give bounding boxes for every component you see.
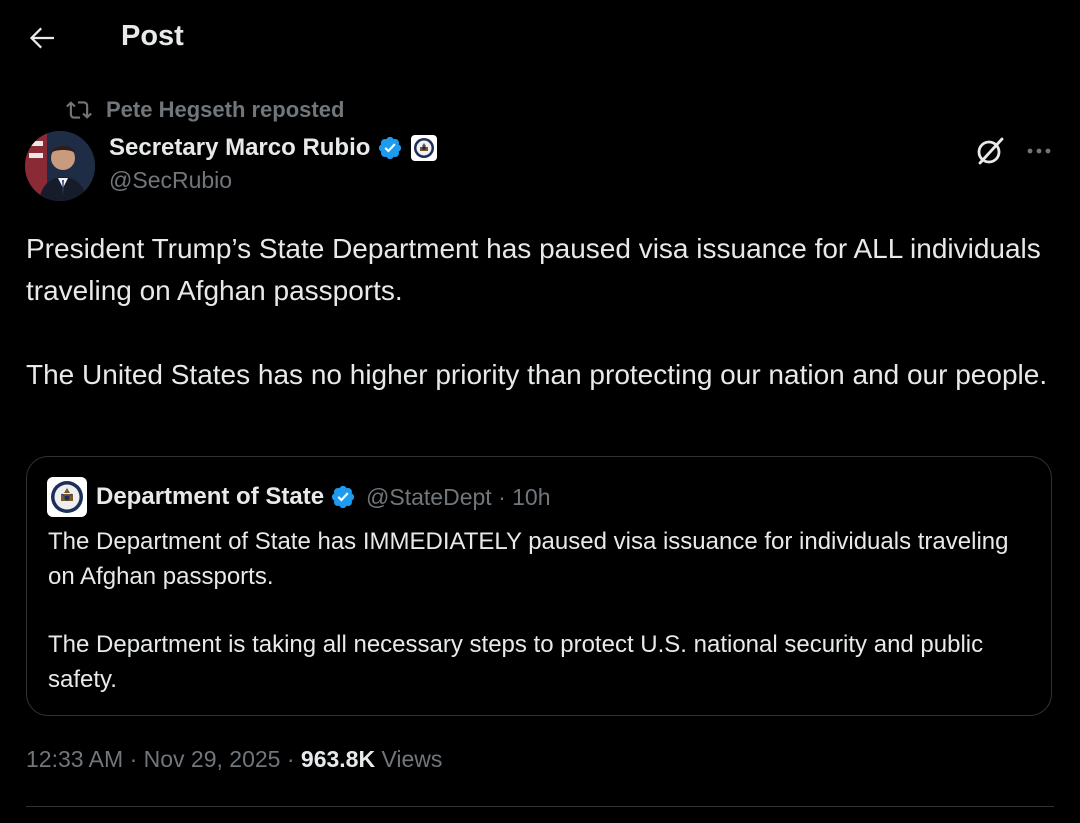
quoted-post[interactable]: Department of State @StateDept · 10h The… [26, 456, 1052, 716]
repost-banner[interactable]: Pete Hegseth reposted [66, 96, 344, 124]
quoted-paragraph: The Department is taking all necessary s… [48, 631, 984, 693]
author-name-row: Secretary Marco Rubio [109, 131, 438, 165]
quoted-post-text: The Department of State has IMMEDIATELY … [48, 524, 1038, 697]
repost-icon [66, 101, 92, 119]
back-button[interactable] [24, 20, 60, 56]
grok-button[interactable] [973, 134, 1007, 168]
repost-banner-text: Pete Hegseth reposted [106, 97, 345, 122]
meta-separator: · [498, 483, 506, 510]
avatar[interactable] [25, 131, 95, 201]
quoted-post-header: Department of State @StateDept · 10h [47, 477, 551, 517]
top-bar: Post [0, 0, 1080, 78]
grok-icon [977, 137, 1004, 165]
arrow-left-icon [29, 27, 54, 49]
page-title: Post [121, 20, 184, 52]
views-label: Views [381, 746, 443, 772]
meta-separator: · [286, 746, 295, 772]
quoted-post-time[interactable]: 10h [512, 484, 550, 510]
avatar-image [25, 131, 95, 201]
post-paragraph: The United States has no higher priority… [26, 359, 1048, 390]
verified-badge-icon [330, 484, 356, 510]
quoted-author-handle[interactable]: @StateDept [366, 484, 492, 510]
divider [26, 806, 1054, 807]
author-name[interactable]: Secretary Marco Rubio [109, 134, 370, 162]
post-time[interactable]: 12:33 AM [26, 746, 123, 772]
verified-badge-icon [377, 135, 403, 161]
author-handle[interactable]: @SecRubio [109, 167, 232, 194]
post-metadata: 12:33 AM · Nov 29, 2025 · 963.8K Views [26, 746, 442, 773]
meta-separator: · [129, 746, 138, 772]
state-department-seal-icon[interactable] [411, 135, 438, 161]
quoted-author-meta: @StateDept · 10h [366, 484, 550, 511]
post-date[interactable]: Nov 29, 2025 [144, 746, 281, 772]
more-options-icon [1027, 148, 1051, 154]
quoted-paragraph: The Department of State has IMMEDIATELY … [48, 528, 1009, 590]
views-count[interactable]: 963.8K [301, 746, 375, 772]
quoted-author-name[interactable]: Department of State [96, 483, 324, 511]
post-paragraph: President Trump’s State Department has p… [26, 233, 1041, 306]
post-text: President Trump’s State Department has p… [26, 228, 1056, 396]
state-department-seal-icon[interactable] [47, 477, 87, 517]
more-options-button[interactable] [1022, 134, 1056, 168]
